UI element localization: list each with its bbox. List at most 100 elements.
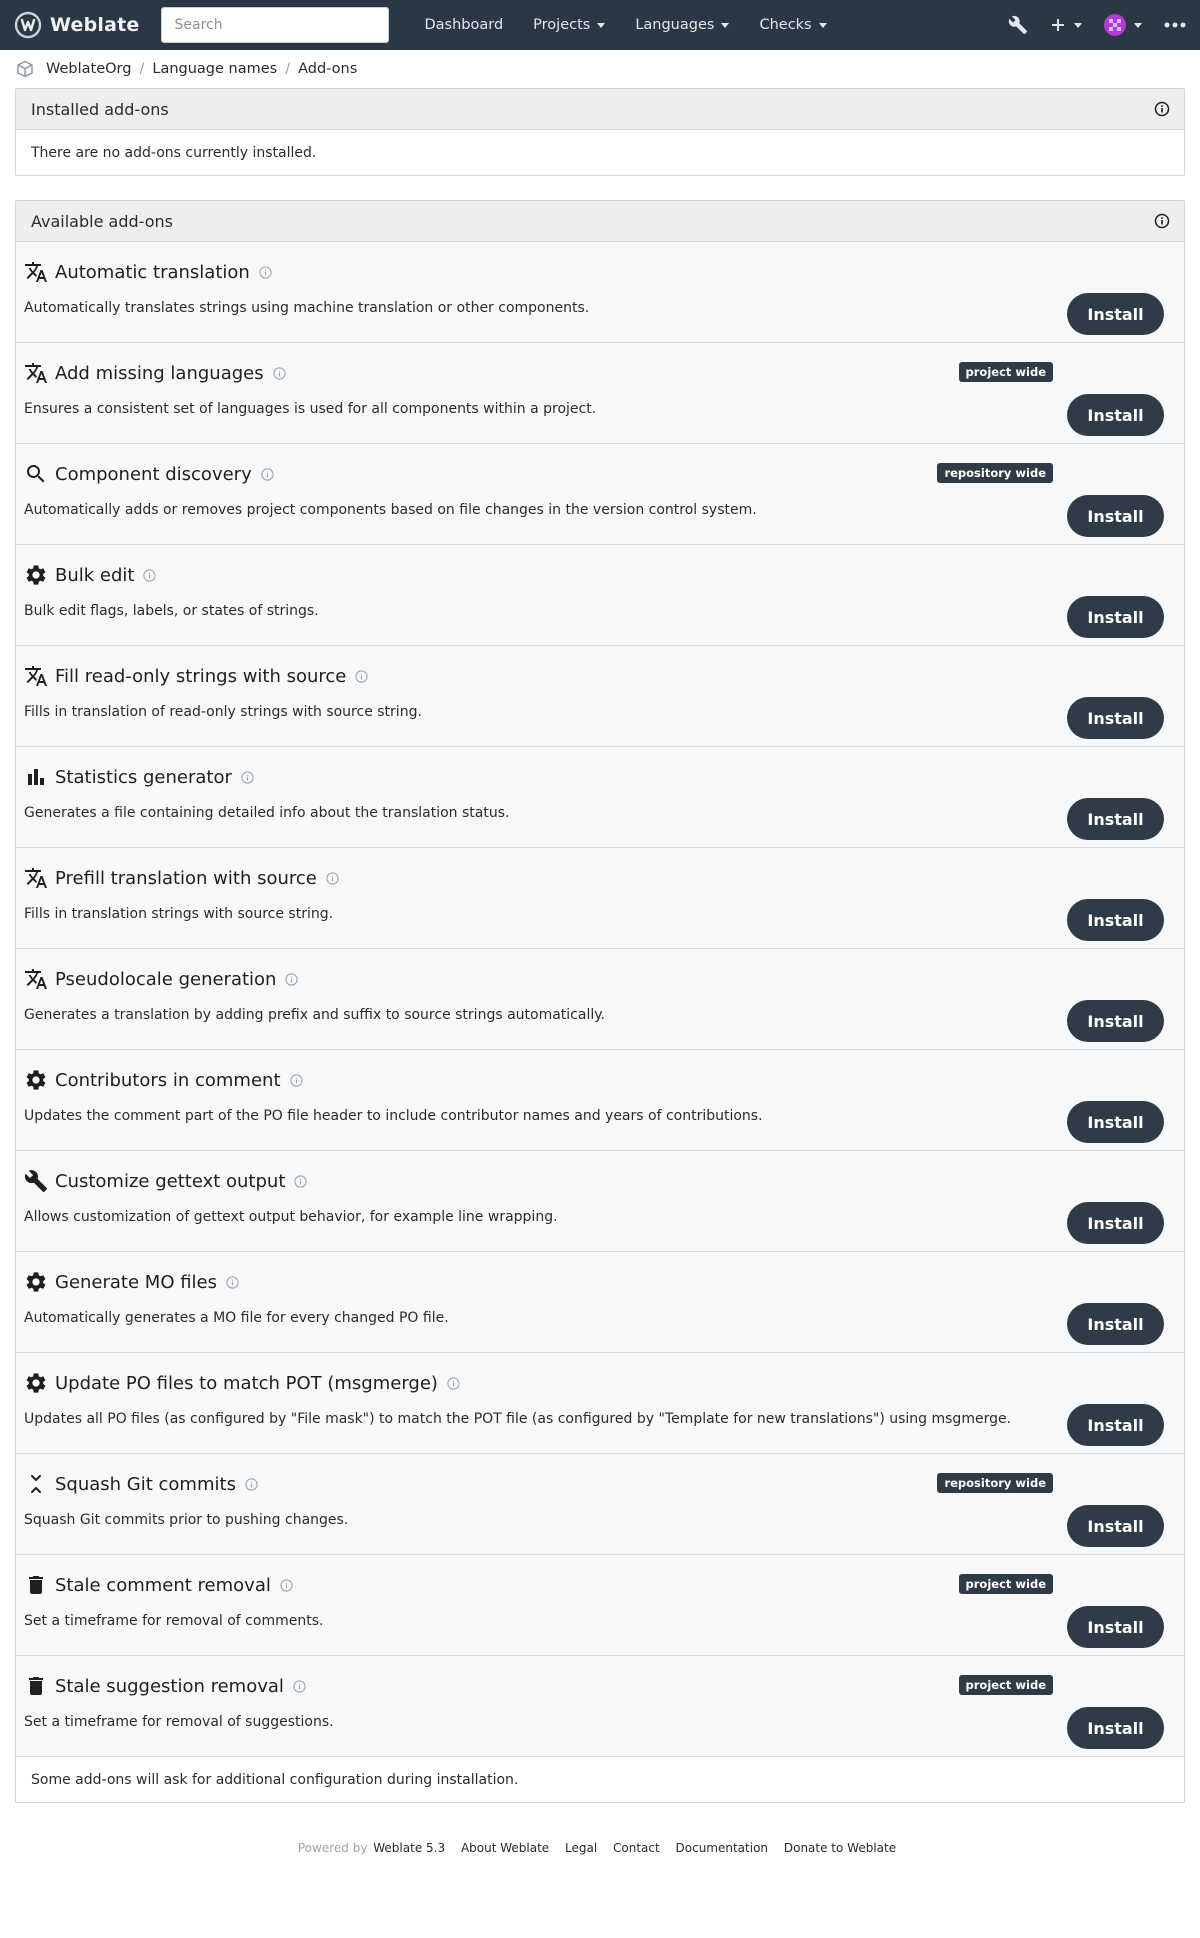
help-icon[interactable]	[355, 669, 368, 683]
addon-description: Fills in translation of read-only string…	[24, 704, 422, 720]
addon-description: Set a timeframe for removal of comments.	[24, 1613, 324, 1629]
wrench-icon	[24, 1170, 47, 1192]
search-input[interactable]	[161, 7, 390, 43]
nav-checks-label: Checks	[759, 17, 812, 33]
help-icon[interactable]	[143, 568, 157, 582]
addon-row-add-missing-languages: Add missing languages Ensures a consisten…	[16, 343, 1184, 444]
gear-icon	[26, 1070, 46, 1090]
addon-row-pseudolocale-generation: Pseudolocale generation Generates a trans…	[16, 949, 1184, 1050]
available-addons-heading: Available add-ons	[16, 201, 1184, 242]
nav-dashboard[interactable]: Dashboard	[409, 17, 518, 33]
addon-title-label: Prefill translation with source	[55, 867, 317, 889]
addon-title: Automatic translation	[24, 260, 272, 284]
nav-checks-dropdown[interactable]: Checks	[744, 17, 841, 33]
manage-button[interactable]	[1008, 15, 1028, 35]
addon-row-fill-read-only-strings-with-source: Fill read-only strings with source Fills …	[16, 646, 1184, 747]
gear-icon	[26, 565, 46, 585]
caret-down-icon	[597, 22, 606, 28]
install-button[interactable]: Install	[1067, 1404, 1164, 1446]
addon-description: Updates the comment part of the PO file …	[24, 1108, 763, 1124]
help-icon[interactable]	[273, 366, 286, 380]
caret-down-icon	[1134, 22, 1142, 28]
breadcrumb-current[interactable]: Add-ons	[298, 61, 357, 77]
addon-title: Generate MO files	[24, 1270, 239, 1294]
addon-title: Update PO files to match POT (msgmerge)	[24, 1371, 460, 1395]
help-icon[interactable]	[259, 265, 272, 279]
user-dropdown[interactable]	[1104, 14, 1142, 36]
nav-projects-dropdown[interactable]: Projects	[518, 17, 620, 33]
plus-icon	[1052, 19, 1064, 31]
avatar	[1104, 14, 1126, 36]
addon-row-stale-suggestion-removal: Stale suggestion removal Set a timeframe …	[16, 1656, 1184, 1757]
help-icon[interactable]	[294, 1174, 307, 1188]
addon-row-statistics-generator: Statistics generator Generates a file con…	[16, 747, 1184, 848]
addons-footer-note: Some add-ons will ask for additional con…	[16, 1757, 1184, 1802]
box-icon	[17, 60, 33, 78]
addon-description: Squash Git commits prior to pushing chan…	[24, 1512, 349, 1528]
footer-link-contact[interactable]: Contact	[613, 1841, 660, 1855]
more-menu-button[interactable]	[1164, 22, 1186, 28]
addon-title: Statistics generator	[24, 765, 254, 789]
install-button[interactable]: Install	[1067, 293, 1164, 335]
addon-title-label: Customize gettext output	[55, 1170, 286, 1192]
installed-addons-panel: Installed add-ons There are no add-ons c…	[15, 88, 1185, 176]
addon-title: Contributors in comment	[24, 1068, 303, 1092]
gear-icon	[26, 1373, 46, 1393]
install-button[interactable]: Install	[1067, 1000, 1164, 1042]
install-button[interactable]: Install	[1067, 1505, 1164, 1547]
trash-icon	[29, 1677, 43, 1695]
addon-description: Automatically adds or removes project co…	[24, 502, 757, 518]
addon-title-label: Squash Git commits	[55, 1473, 236, 1495]
help-icon[interactable]	[241, 770, 254, 784]
install-button[interactable]: Install	[1067, 1101, 1164, 1143]
install-button[interactable]: Install	[1067, 495, 1164, 537]
footer-link-donate[interactable]: Donate to Weblate	[784, 1841, 896, 1855]
install-button[interactable]: Install	[1067, 899, 1164, 941]
top-navbar: Weblate Dashboard Projects Languages Che…	[0, 0, 1200, 50]
breadcrumb-org[interactable]: WeblateOrg	[46, 61, 131, 77]
addon-row-customize-gettext-output: Customize gettext output Allows customiza…	[16, 1151, 1184, 1252]
addon-description: Ensures a consistent set of languages is…	[24, 401, 597, 417]
breadcrumb-project[interactable]: Language names	[152, 61, 277, 77]
info-icon[interactable]	[1154, 101, 1170, 117]
footer-link-version[interactable]: Weblate 5.3	[373, 1841, 445, 1855]
footer-link-about[interactable]: About Weblate	[461, 1841, 549, 1855]
info-icon[interactable]	[1154, 213, 1170, 229]
install-button[interactable]: Install	[1067, 394, 1164, 436]
caret-down-icon	[1074, 22, 1082, 28]
install-button[interactable]: Install	[1067, 1202, 1164, 1244]
help-icon[interactable]	[289, 1073, 303, 1087]
translate-icon	[25, 262, 47, 282]
help-icon[interactable]	[245, 1477, 258, 1491]
brand[interactable]: Weblate	[14, 11, 139, 39]
install-button[interactable]: Install	[1067, 1606, 1164, 1648]
wrench-icon	[1008, 15, 1028, 35]
more-dots-icon	[1164, 22, 1186, 28]
install-button[interactable]: Install	[1067, 798, 1164, 840]
install-button[interactable]: Install	[1067, 596, 1164, 638]
addon-title-label: Add missing languages	[55, 362, 264, 384]
install-button[interactable]: Install	[1067, 1707, 1164, 1749]
nav-languages-dropdown[interactable]: Languages	[620, 17, 744, 33]
footer-link-documentation[interactable]: Documentation	[676, 1841, 769, 1855]
footer-link-legal[interactable]: Legal	[565, 1841, 597, 1855]
addon-row-stale-comment-removal: Stale comment removal Set a timeframe for…	[16, 1555, 1184, 1656]
help-icon[interactable]	[261, 467, 274, 481]
help-icon[interactable]	[280, 1578, 293, 1592]
addon-title-label: Automatic translation	[55, 261, 250, 283]
add-dropdown[interactable]	[1050, 17, 1082, 33]
addon-title: Stale suggestion removal	[24, 1674, 306, 1698]
install-button[interactable]: Install	[1067, 697, 1164, 739]
addon-description: Updates all PO files (as configured by "…	[24, 1411, 1012, 1427]
help-icon[interactable]	[226, 1275, 239, 1289]
scope-badge: repository wide	[937, 463, 1053, 483]
help-icon[interactable]	[447, 1376, 460, 1390]
install-button[interactable]: Install	[1067, 1303, 1164, 1345]
addon-title: Component discovery	[24, 462, 274, 486]
help-icon[interactable]	[285, 972, 299, 986]
translate-icon	[25, 868, 47, 888]
addon-description: Automatically translates strings using m…	[24, 300, 590, 316]
help-icon[interactable]	[326, 871, 339, 885]
help-icon[interactable]	[293, 1679, 306, 1693]
addon-title: Add missing languages	[24, 361, 286, 385]
